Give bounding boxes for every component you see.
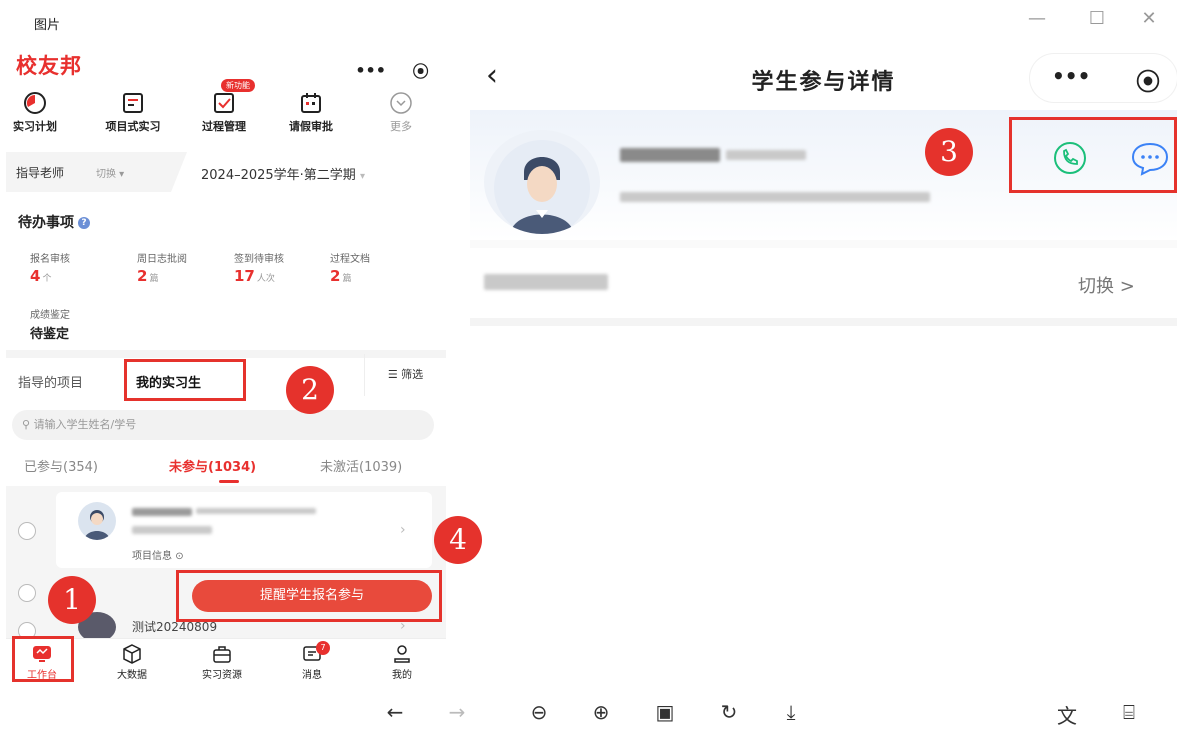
student-name-blurred xyxy=(132,508,192,516)
app-brand: 校友邦 xyxy=(16,54,82,78)
segment-indicator xyxy=(219,480,239,483)
zoom-in-icon[interactable]: ⊕ xyxy=(586,700,616,724)
message-count-badge: 7 xyxy=(316,641,330,655)
section-divider xyxy=(470,240,1177,248)
student-search-input[interactable]: ⚲ 请输入学生姓名/学号 xyxy=(12,410,434,440)
filter-button[interactable]: ☰ 筛选 xyxy=(364,354,446,396)
clipboard-icon xyxy=(123,93,143,113)
section-divider xyxy=(470,318,1177,326)
fit-screen-icon[interactable]: ▣ xyxy=(650,700,680,724)
segment-joined[interactable]: 已参与(354) xyxy=(24,456,98,475)
rotate-icon[interactable]: ↻ xyxy=(714,700,744,724)
tab-guided-projects[interactable]: 指导的项目 xyxy=(18,372,83,391)
student-info-blurred xyxy=(196,508,316,514)
record-icon[interactable]: ⦿ xyxy=(413,58,429,82)
student-info-blurred xyxy=(726,150,806,160)
term-label: 2024–2025学年·第二学期 xyxy=(201,168,356,183)
menu-project-internship[interactable]: 项目式实习 xyxy=(98,88,168,134)
avatar xyxy=(484,130,600,234)
teacher-role: 指导老师 xyxy=(16,166,65,180)
project-info-toggle[interactable]: 项目信息 ⊙ xyxy=(132,547,184,562)
tabbar-mine[interactable]: 我的 xyxy=(372,643,432,681)
menu-internship-plan[interactable]: 实习计划 xyxy=(6,88,70,134)
prev-arrow-icon[interactable]: ← xyxy=(380,700,410,724)
search-icon: ⚲ xyxy=(22,418,34,431)
teacher-term-bar: 指导老师 切换 ▾ 2024–2025学年·第二学期 ▾ xyxy=(6,152,446,192)
zoom-out-icon[interactable]: ⊖ xyxy=(524,700,554,724)
tabbar-big-data[interactable]: 大数据 xyxy=(102,643,162,681)
evaluation-value[interactable]: 待鉴定 xyxy=(30,323,69,342)
briefcase-icon xyxy=(213,646,231,663)
term-selector[interactable]: 2024–2025学年·第二学期 ▾ xyxy=(171,152,446,192)
more-icon[interactable]: ••• xyxy=(1052,64,1090,88)
quick-menu: 实习计划 项目式实习 过程管理 请假审批 更多 新功能 xyxy=(6,79,446,140)
calendar-icon xyxy=(301,93,321,113)
chevron-down-icon: ▾ xyxy=(359,171,365,182)
mini-program-capsule[interactable]: ••• ⦿ xyxy=(1030,54,1177,102)
callout-box-my-interns xyxy=(124,359,246,401)
select-radio[interactable] xyxy=(18,522,36,540)
stat-checkin-review[interactable]: 签到待审核 17 人次 xyxy=(234,250,284,285)
student-card[interactable]: 项目信息 ⊙ › xyxy=(56,492,432,568)
extract-text-icon[interactable]: ⌸ xyxy=(1114,700,1144,724)
new-feature-badge: 新功能 xyxy=(221,79,255,92)
callout-number: 2 xyxy=(286,366,334,414)
callout-box-contact xyxy=(1009,117,1177,193)
record-icon[interactable]: ⦿ xyxy=(1136,62,1160,97)
checkbox-icon xyxy=(214,93,234,113)
next-arrow-icon[interactable]: → xyxy=(442,700,472,724)
segment-inactive[interactable]: 未激活(1039) xyxy=(320,456,402,475)
student-detail-blurred xyxy=(620,192,930,202)
select-radio[interactable] xyxy=(18,584,36,602)
role-switch[interactable]: 切换 ▾ xyxy=(96,165,124,180)
more-icon[interactable]: ••• xyxy=(355,61,386,80)
stat-process-docs[interactable]: 过程文档 2篇 xyxy=(330,250,370,285)
help-icon[interactable]: ? xyxy=(78,217,90,229)
tabbar-messages[interactable]: 7 消息 xyxy=(282,641,342,681)
tabbar-resources[interactable]: 实习资源 xyxy=(192,643,252,681)
menu-leave-approval[interactable]: 请假审批 xyxy=(276,88,346,134)
switch-project-button[interactable]: 切换 > xyxy=(1078,272,1135,298)
stat-signup-review[interactable]: 报名审核 4个 xyxy=(30,250,70,285)
callout-number: 1 xyxy=(48,576,96,624)
callout-number: 3 xyxy=(925,128,973,176)
mini-program-capsule[interactable]: ••• ⦿ xyxy=(342,54,442,86)
chevron-down-icon: ⊙ xyxy=(175,551,184,562)
close-icon[interactable]: ✕ xyxy=(1134,8,1164,29)
filter-icon: ☰ xyxy=(387,368,402,381)
student-id-blurred xyxy=(132,526,212,534)
stat-weekly-log[interactable]: 周日志批阅 2篇 xyxy=(137,250,187,285)
chevron-circle-icon xyxy=(390,92,412,114)
segment-not-joined[interactable]: 未参与(1034) xyxy=(169,456,256,475)
maximize-icon[interactable]: ☐ xyxy=(1082,8,1112,29)
todo-title: 待办事项 xyxy=(18,215,74,231)
chevron-right-icon: › xyxy=(400,522,406,538)
todo-section: 待办事项? xyxy=(18,212,90,232)
cube-icon xyxy=(123,644,141,664)
menu-more[interactable]: 更多 xyxy=(366,88,436,134)
evaluation-label: 成绩鉴定 xyxy=(30,310,70,321)
callout-box-remind xyxy=(176,570,442,622)
avatar xyxy=(78,502,116,540)
student-name-blurred xyxy=(620,148,720,162)
window-title: 图片 xyxy=(34,18,61,33)
clock-icon xyxy=(24,92,46,114)
menu-process-management[interactable]: 过程管理 xyxy=(189,88,259,134)
minimize-icon[interactable]: — xyxy=(1022,8,1052,29)
callout-box-workbench xyxy=(12,636,74,682)
callout-number: 4 xyxy=(434,516,482,564)
download-icon[interactable]: ⤓ xyxy=(776,700,806,724)
user-icon xyxy=(394,645,410,663)
project-name-blurred xyxy=(484,274,608,290)
translate-icon[interactable]: 文 xyxy=(1052,700,1082,729)
